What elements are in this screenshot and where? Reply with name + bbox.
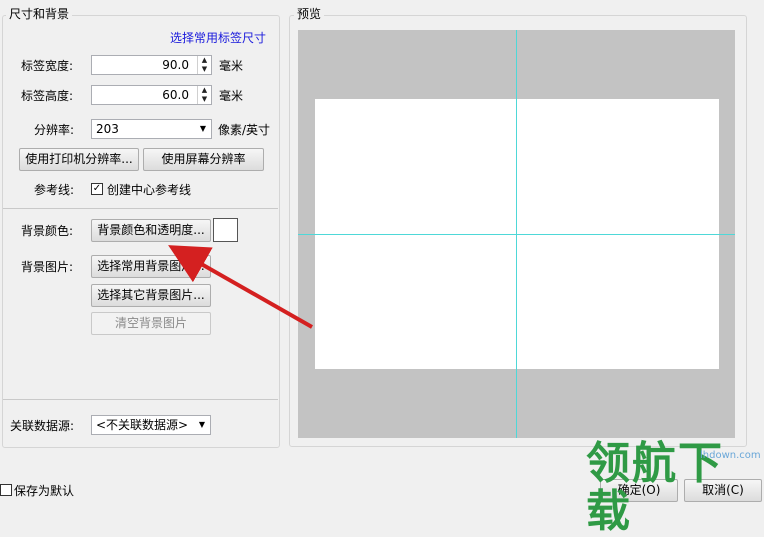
- size-background-title: 尺寸和背景: [6, 7, 73, 21]
- label-width-unit: 毫米: [219, 59, 244, 73]
- resolution-unit: 像素/英寸: [218, 123, 271, 137]
- chevron-down-icon[interactable]: ▼: [199, 419, 205, 431]
- use-printer-resolution-button[interactable]: 使用打印机分辨率...: [19, 148, 139, 171]
- spin-down-icon[interactable]: ▼: [198, 65, 211, 74]
- save-default-checkbox[interactable]: [0, 484, 12, 496]
- spin-up-icon[interactable]: ▲: [198, 86, 211, 95]
- datasource-select[interactable]: <不关联数据源> ▼: [91, 415, 211, 435]
- watermark-url: lhdown.com: [700, 450, 761, 461]
- clear-bg-image-button: 清空背景图片: [91, 312, 211, 335]
- horizontal-center-guide: [298, 234, 735, 235]
- bg-image-label: 背景图片:: [21, 260, 74, 274]
- label-width-label: 标签宽度:: [21, 59, 74, 73]
- guides-label: 参考线:: [34, 183, 75, 197]
- label-height-label: 标签高度:: [21, 89, 74, 103]
- use-screen-resolution-button[interactable]: 使用屏幕分辨率: [143, 148, 264, 171]
- label-width-spin-arrows[interactable]: ▲ ▼: [197, 56, 211, 74]
- bg-color-transparency-button[interactable]: 背景颜色和透明度...: [91, 219, 211, 242]
- label-width-spinbox[interactable]: 90.0 ▲ ▼: [91, 55, 212, 75]
- spin-up-icon[interactable]: ▲: [198, 56, 211, 65]
- select-other-bg-image-button[interactable]: 选择其它背景图片...: [91, 284, 211, 307]
- section-divider: [3, 208, 278, 209]
- bg-color-label: 背景颜色:: [21, 224, 74, 238]
- label-width-value: 90.0: [162, 58, 189, 72]
- bg-color-swatch[interactable]: [213, 218, 238, 242]
- label-height-spinbox[interactable]: 60.0 ▲ ▼: [91, 85, 212, 105]
- datasource-divider: [3, 399, 278, 400]
- datasource-label: 关联数据源:: [10, 419, 75, 433]
- resolution-select[interactable]: 203 ▼: [91, 119, 212, 139]
- preview-title: 预览: [294, 7, 325, 21]
- resolution-label: 分辨率:: [34, 123, 75, 137]
- select-common-size-link[interactable]: 选择常用标签尺寸: [170, 30, 266, 46]
- datasource-value: <不关联数据源>: [96, 418, 189, 432]
- spin-down-icon[interactable]: ▼: [198, 95, 211, 104]
- label-height-spin-arrows[interactable]: ▲ ▼: [197, 86, 211, 104]
- chevron-down-icon[interactable]: ▼: [200, 123, 206, 135]
- center-guides-label[interactable]: 创建中心参考线: [107, 182, 191, 198]
- label-height-unit: 毫米: [219, 89, 244, 103]
- center-guides-checkbox[interactable]: ✓: [91, 183, 103, 195]
- select-common-bg-image-button[interactable]: 选择常用背景图片...: [91, 255, 211, 278]
- save-default-label[interactable]: 保存为默认: [14, 483, 74, 499]
- label-height-value: 60.0: [162, 88, 189, 102]
- resolution-value: 203: [96, 122, 119, 136]
